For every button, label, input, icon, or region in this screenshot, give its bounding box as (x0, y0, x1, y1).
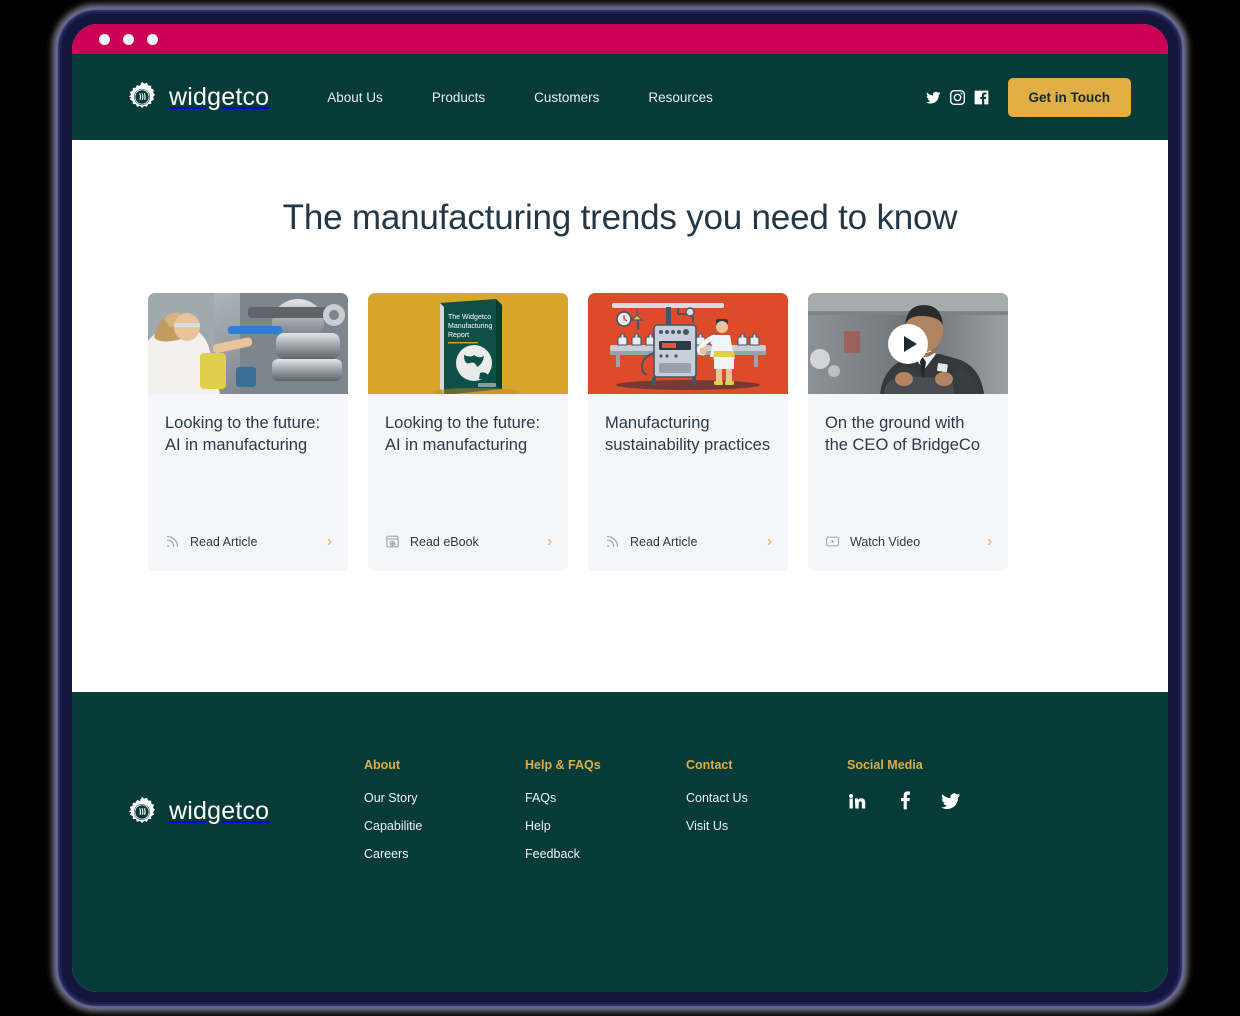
footer-social-links (847, 791, 961, 811)
header-logo-text: widgetco (169, 82, 270, 111)
chevron-right-icon: › (767, 533, 772, 550)
resource-card-grid: Looking to the future: AI in manufacturi… (72, 293, 1168, 571)
footer-link-our-story[interactable]: Our Story (364, 791, 525, 805)
video-icon (825, 534, 840, 549)
main-navigation: About Us Products Customers Resources (327, 90, 713, 105)
card-title: Manufacturing sustainability practices (605, 414, 771, 455)
footer-link-faqs[interactable]: FAQs (525, 791, 686, 805)
gear-logo-icon (126, 796, 158, 828)
nav-item-resources[interactable]: Resources (648, 90, 713, 105)
chevron-right-icon: › (327, 533, 332, 550)
twitter-icon[interactable] (925, 90, 941, 105)
chevron-right-icon: › (547, 533, 552, 550)
footer-link-capabilities[interactable]: Capabilitie (364, 819, 525, 833)
card-title: Looking to the future: AI in manufacturi… (165, 414, 321, 455)
resource-card[interactable]: Looking to the future: AI in manufacturi… (148, 293, 348, 571)
instagram-icon[interactable] (949, 89, 965, 105)
card-cta-link[interactable]: Read Article › (588, 534, 788, 571)
nav-item-products[interactable]: Products (432, 90, 485, 105)
card-cta-label: Read Article (630, 534, 698, 549)
footer-top: widgetco About Our Story Capabilitie Car… (126, 748, 1114, 875)
window-dot-close[interactable] (99, 33, 110, 45)
card-media-lab-photo (148, 293, 348, 394)
footer-logo-text: widgetco (169, 797, 270, 825)
card-cta-link[interactable]: Read Article › (148, 534, 348, 571)
browser-window: widgetco About Us Products Customers Res… (72, 24, 1168, 992)
resource-card[interactable]: Manufacturing sustainability practices R… (588, 293, 788, 571)
card-cta-link[interactable]: Read eBook › (368, 534, 568, 571)
rss-icon (165, 534, 180, 549)
nav-item-customers[interactable]: Customers (534, 90, 599, 105)
twitter-icon[interactable] (941, 791, 961, 811)
resource-card[interactable]: The Widgetco Manufacturing Report Lookin… (368, 293, 568, 571)
footer-link-contact-us[interactable]: Contact Us (686, 791, 847, 805)
card-cta-link[interactable]: Watch Video › (808, 534, 1008, 571)
footer-column-heading: About (364, 758, 401, 772)
svg-text:The Widgetco: The Widgetco (448, 314, 491, 321)
get-in-touch-button[interactable]: Get in Touch (1007, 77, 1131, 117)
window-titlebar (72, 24, 1168, 54)
ebook-download-icon (385, 534, 400, 549)
play-button-icon[interactable] (888, 323, 928, 364)
footer-column-about: About Our Story Capabilitie Careers (364, 758, 525, 875)
window-dot-maximize[interactable] (147, 33, 158, 45)
header-right-group: Get in Touch (925, 77, 1131, 117)
footer-link-help[interactable]: Help (525, 819, 686, 833)
svg-text:Manufacturing: Manufacturing (448, 323, 492, 330)
chevron-right-icon: › (987, 533, 992, 550)
footer-link-visit-us[interactable]: Visit Us (686, 819, 847, 833)
card-media-bottling-illustration (588, 293, 788, 394)
nav-item-about-us[interactable]: About Us (327, 90, 383, 105)
svg-text:Report: Report (448, 332, 469, 339)
card-cta-label: Read eBook (410, 534, 479, 549)
footer-link-careers[interactable]: Careers (364, 847, 525, 861)
footer-link-feedback[interactable]: Feedback (525, 847, 686, 861)
window-dot-minimize[interactable] (123, 33, 134, 45)
facebook-icon[interactable] (894, 791, 914, 811)
main-content: The manufacturing trends you need to kno… (72, 140, 1168, 692)
footer-column-social: Social Media (847, 758, 961, 875)
card-cta-label: Read Article (190, 534, 258, 549)
footer-link-columns: About Our Story Capabilitie Careers Help… (364, 748, 1114, 875)
card-media-ebook-illustration: The Widgetco Manufacturing Report (368, 293, 568, 394)
card-media-ceo-video (808, 293, 1008, 394)
linkedin-icon[interactable] (847, 791, 867, 811)
footer-column-heading: Contact (686, 758, 733, 772)
card-cta-label: Watch Video (850, 534, 921, 549)
gear-logo-icon (126, 81, 158, 113)
device-frame: widgetco About Us Products Customers Res… (62, 14, 1178, 1002)
site-header: widgetco About Us Products Customers Res… (72, 54, 1168, 140)
header-logo[interactable]: widgetco (126, 81, 269, 113)
facebook-icon[interactable] (974, 90, 989, 105)
site-footer: widgetco About Our Story Capabilitie Car… (72, 692, 1168, 992)
header-social-links (925, 89, 989, 105)
footer-column-heading: Help & FAQs (525, 758, 601, 772)
footer-column-heading: Social Media (847, 758, 923, 772)
resource-card[interactable]: On the ground with the CEO of BridgeCo W… (808, 293, 1008, 571)
rss-icon (605, 534, 620, 549)
footer-logo[interactable]: widgetco (126, 748, 364, 875)
page-title: The manufacturing trends you need to kno… (282, 198, 958, 237)
footer-column-contact: Contact Contact Us Visit Us (686, 758, 847, 875)
card-title: On the ground with the CEO of BridgeCo (825, 414, 980, 455)
footer-column-help: Help & FAQs FAQs Help Feedback (525, 758, 686, 875)
card-title: Looking to the future: AI in manufacturi… (385, 414, 541, 455)
